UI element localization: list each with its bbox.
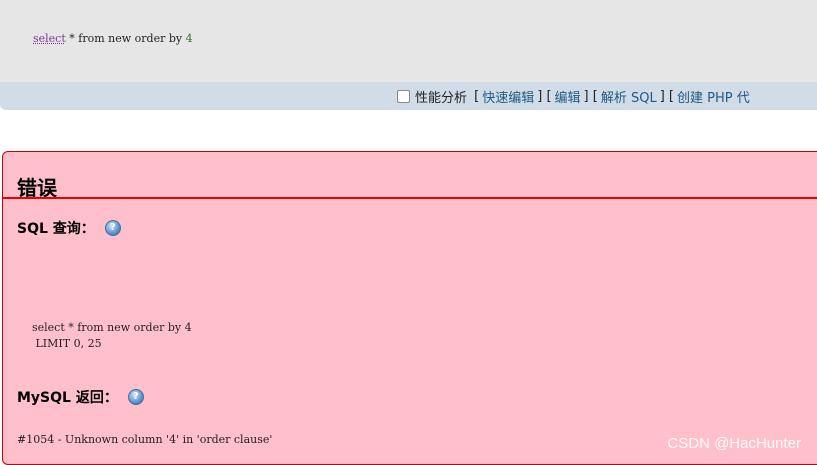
query-toolbar: 性能分析 [ 快速编辑 ] [ 编辑 ] [ 解析 SQL ] [ 创建 PHP… [0, 82, 817, 110]
error-message: #1054 - Unknown column '4' in 'order cla… [17, 433, 273, 446]
sql-text: * from new order by [65, 32, 186, 45]
error-divider [3, 197, 817, 199]
help-icon[interactable]: ? [127, 389, 144, 405]
executed-sql: select * from new order by 4 [33, 32, 193, 45]
edit-link[interactable]: 编辑 [555, 87, 581, 106]
toolbar-links: 性能分析 [ 快速编辑 ] [ 编辑 ] [ 解析 SQL ] [ 创建 PHP… [397, 87, 750, 106]
sql-number: 4 [185, 32, 193, 45]
profiling-label: 性能分析 [415, 91, 468, 106]
inline-edit-link[interactable]: 快速编辑 [482, 87, 534, 106]
explain-sql-link[interactable]: 解析 SQL [601, 87, 657, 106]
sql-keyword-link[interactable]: select [33, 32, 66, 45]
help-icon[interactable]: ? [104, 220, 121, 236]
bracket-sep: ] [ [537, 89, 552, 104]
bracket-open: [ [470, 89, 480, 104]
sql-query-box: select * from new order by 4 [0, 0, 817, 82]
mysql-return-label: MySQL 返回： [17, 390, 118, 406]
create-php-code-link[interactable]: 创建 PHP 代 [677, 87, 750, 106]
error-panel: 错误 SQL 查询： ? select * from new order by … [2, 151, 817, 465]
bracket-sep: ] [ [659, 89, 674, 104]
bracket-sep: ] [ [583, 89, 598, 104]
sql-query-label: SQL 查询： [17, 221, 95, 237]
error-sql-text: select * from new order by 4 LIMIT 0, 25 [32, 321, 192, 350]
mysql-return-heading: MySQL 返回： ? [17, 387, 144, 407]
sql-query-heading: SQL 查询： ? [17, 218, 121, 238]
watermark: CSDN @HacHunter [667, 435, 801, 452]
profiling-checkbox[interactable] [397, 90, 410, 103]
